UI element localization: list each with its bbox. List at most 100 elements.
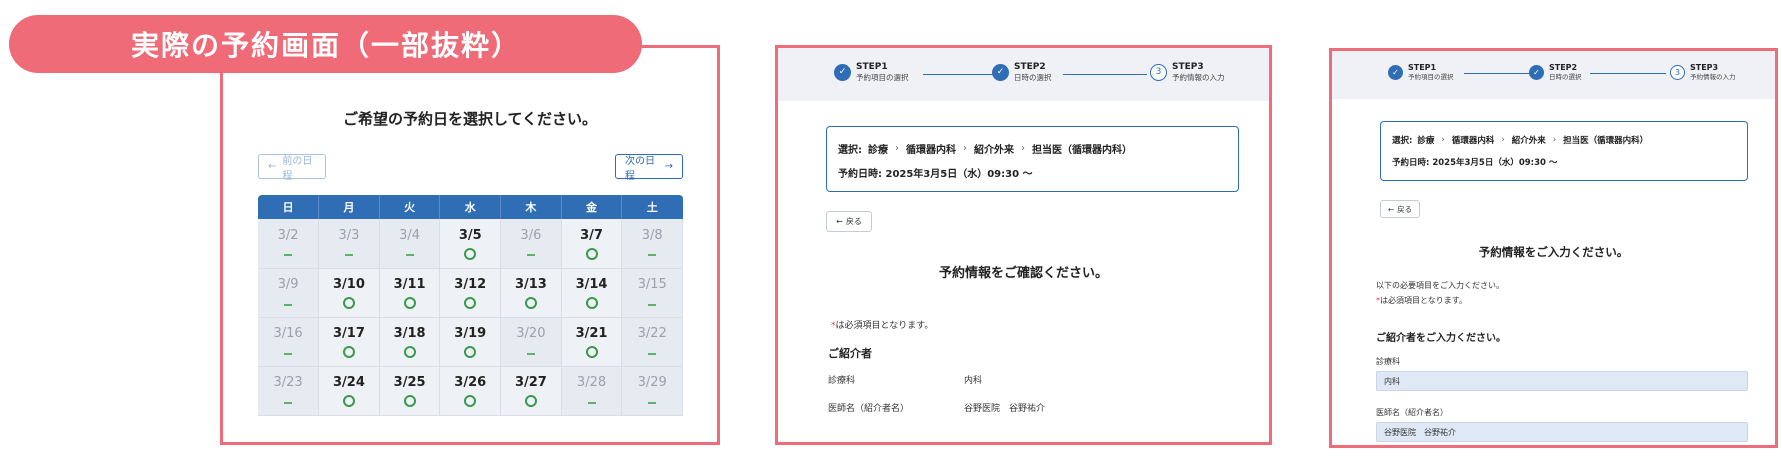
step-connector bbox=[1063, 74, 1147, 75]
confirm-title: 予約情報をご確認ください。 bbox=[938, 266, 1108, 281]
day-date: 3/12 bbox=[454, 277, 487, 292]
step-indicator: ✓ STEP1 予約項目の選択 ✓ STEP2 日時の選択 3 STEP3 予約… bbox=[1332, 51, 1775, 99]
referrer-section-title: ご紹介者 bbox=[828, 347, 872, 360]
doctor-field[interactable]: 谷野医院 谷野祐介 bbox=[1376, 422, 1748, 442]
available-circle-icon bbox=[585, 346, 598, 358]
available-circle-icon bbox=[524, 395, 537, 407]
weekday-mon: 月 bbox=[318, 195, 380, 219]
back-button[interactable]: ← 戻る bbox=[1380, 200, 1420, 218]
day-date: 3/21 bbox=[575, 326, 608, 341]
calendar-week-row: 3/16 3/17 3/18 3/19 3/20 3/21 3/22 bbox=[258, 317, 683, 367]
day-date: 3/8 bbox=[641, 227, 663, 243]
check-icon: ✓ bbox=[834, 63, 851, 81]
unavailable-dash-icon bbox=[648, 254, 657, 257]
day-date: 3/3 bbox=[338, 227, 360, 243]
crumb: 紹介外来 bbox=[974, 145, 1014, 156]
intro-text: 以下の必要項目をご入力ください。 bbox=[1376, 281, 1504, 290]
calendar-day-available[interactable]: 3/26 bbox=[439, 366, 502, 416]
chevron-right-icon: › bbox=[1441, 135, 1445, 145]
calendar-day-available[interactable]: 3/18 bbox=[379, 317, 441, 367]
step-label: STEP3 bbox=[1690, 63, 1719, 72]
dept-field-label: 診療科 bbox=[1376, 357, 1400, 366]
day-status-mark bbox=[319, 245, 379, 259]
arrow-right-icon: → bbox=[664, 161, 673, 172]
day-status-mark bbox=[562, 245, 622, 260]
back-label: 戻る bbox=[845, 217, 862, 226]
calendar-day-available[interactable]: 3/12 bbox=[439, 268, 502, 318]
next-schedule-label: 次の日程 bbox=[625, 155, 655, 182]
calendar-week-row: 3/2 3/3 3/4 3/5 3/6 3/7 3/8 bbox=[258, 219, 683, 269]
weekday-wed: 水 bbox=[439, 195, 502, 219]
crumb: 担当医（循環器内科） bbox=[1563, 136, 1649, 146]
day-date: 3/19 bbox=[454, 326, 487, 341]
step-3: 3 STEP3 予約情報の入力 bbox=[1150, 62, 1225, 83]
day-date: 3/27 bbox=[514, 375, 547, 390]
day-status-mark bbox=[622, 392, 682, 406]
calendar-title: ご希望の予約日を選択してください。 bbox=[342, 110, 598, 128]
step-sub: 日時の選択 bbox=[1014, 73, 1052, 83]
day-date: 3/26 bbox=[454, 375, 487, 390]
dept-field[interactable]: 内科 bbox=[1376, 371, 1748, 391]
weekday-header-row: 日 月 火 水 木 金 土 bbox=[258, 195, 683, 219]
calendar-day-available[interactable]: 3/19 bbox=[439, 317, 502, 367]
available-circle-icon bbox=[403, 346, 416, 358]
calendar-day-available[interactable]: 3/21 bbox=[561, 317, 623, 367]
calendar-day-available[interactable]: 3/14 bbox=[561, 268, 623, 318]
dept-label: 診療科 bbox=[828, 376, 856, 386]
day-status-mark bbox=[258, 245, 318, 259]
day-status-mark bbox=[319, 392, 379, 407]
step-label: STEP2 bbox=[1549, 63, 1578, 72]
prev-schedule-button[interactable]: ← 前の日程 bbox=[258, 154, 326, 182]
selection-prefix: 選択: bbox=[1392, 136, 1413, 146]
arrow-left-icon: ← bbox=[1387, 204, 1395, 214]
day-date: 3/14 bbox=[575, 277, 608, 292]
day-date: 3/17 bbox=[333, 326, 365, 341]
step-sub: 予約項目の選択 bbox=[1408, 73, 1454, 81]
step-label: STEP1 bbox=[856, 62, 888, 72]
calendar-day-available[interactable]: 3/13 bbox=[500, 268, 562, 318]
day-status-mark bbox=[380, 294, 440, 309]
day-date: 3/24 bbox=[333, 375, 365, 390]
available-circle-icon bbox=[342, 297, 355, 309]
unavailable-dash-icon bbox=[648, 401, 657, 404]
calendar-day-unavailable: 3/23 bbox=[258, 366, 320, 416]
step-sub: 予約情報の入力 bbox=[1172, 73, 1225, 83]
calendar-day-available[interactable]: 3/10 bbox=[318, 268, 380, 318]
calendar-day-unavailable: 3/16 bbox=[258, 317, 320, 367]
calendar-day-available[interactable]: 3/25 bbox=[379, 366, 441, 416]
day-date: 3/28 bbox=[576, 375, 607, 390]
selection-breadcrumb: 選択: 診療 › 循環器内科 › 紹介外来 › 担当医（循環器内科） bbox=[838, 141, 1132, 156]
calendar-day-available[interactable]: 3/24 bbox=[318, 366, 380, 416]
banner-text: 実際の予約画面（一部抜粋） bbox=[131, 29, 522, 62]
selection-summary: 選択: 診療 › 循環器内科 › 紹介外来 › 担当医（循環器内科） 予約日時:… bbox=[1380, 121, 1748, 181]
calendar-day-unavailable: 3/2 bbox=[258, 219, 320, 269]
calendar-day-available[interactable]: 3/11 bbox=[379, 268, 441, 318]
calendar-day-available[interactable]: 3/7 bbox=[561, 219, 623, 269]
calendar-day-unavailable: 3/29 bbox=[621, 366, 683, 416]
day-status-mark bbox=[440, 343, 500, 358]
step-sub: 予約情報の入力 bbox=[1690, 73, 1736, 81]
step-number: 3 bbox=[1150, 63, 1167, 81]
calendar-day-available[interactable]: 3/17 bbox=[318, 317, 380, 367]
input-title: 予約情報をご入力ください。 bbox=[1478, 245, 1629, 259]
selection-prefix: 選択: bbox=[838, 145, 862, 156]
back-button[interactable]: ← 戻る bbox=[826, 211, 872, 232]
calendar-day-unavailable: 3/28 bbox=[561, 366, 623, 416]
back-label: 戻る bbox=[1397, 204, 1413, 214]
arrow-left-icon: ← bbox=[836, 217, 843, 226]
day-date: 3/29 bbox=[637, 375, 667, 390]
step-1: ✓ STEP1 予約項目の選択 bbox=[834, 62, 909, 83]
crumb: 診療 bbox=[868, 145, 888, 156]
chevron-right-icon: › bbox=[963, 143, 967, 154]
day-status-mark bbox=[622, 294, 682, 308]
calendar-day-unavailable: 3/4 bbox=[379, 219, 441, 269]
day-date: 3/25 bbox=[393, 375, 426, 390]
day-date: 3/4 bbox=[399, 227, 421, 243]
next-schedule-button[interactable]: 次の日程 → bbox=[615, 154, 683, 182]
day-date: 3/15 bbox=[637, 277, 667, 292]
calendar-day-available[interactable]: 3/5 bbox=[439, 219, 502, 269]
calendar-day-available[interactable]: 3/27 bbox=[500, 366, 562, 416]
doctor-field-label: 医師名（紹介者名） bbox=[1376, 408, 1448, 417]
step-connector bbox=[1464, 73, 1532, 74]
day-status-mark bbox=[380, 392, 440, 407]
